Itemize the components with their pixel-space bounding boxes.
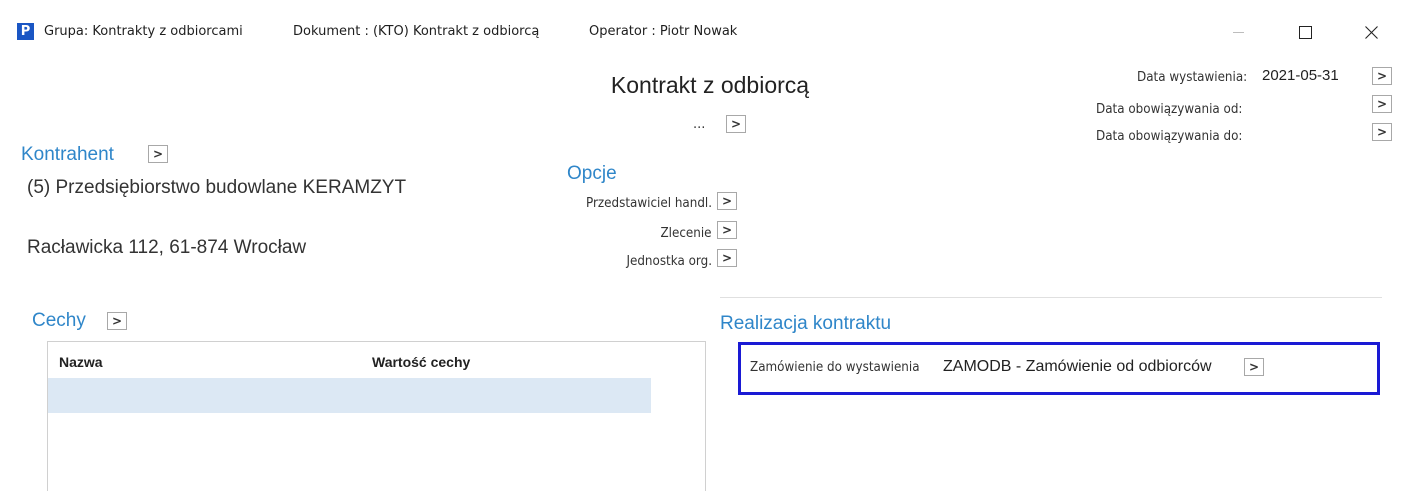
valid-to-label: Data obowiązywania do: <box>1096 129 1243 144</box>
minimize-button[interactable] <box>1216 14 1262 50</box>
close-icon <box>1364 25 1378 39</box>
chevron-right-icon: > <box>1248 360 1260 374</box>
app-logo: P <box>17 23 34 40</box>
window-title-group: Grupa: Kontrakty z odbiorcami <box>44 24 243 39</box>
org-unit-label: Jednostka org. <box>626 254 712 269</box>
title-more-button[interactable]: > <box>726 115 746 133</box>
order-to-issue-button[interactable]: > <box>1244 358 1264 376</box>
order-to-issue-value: ZAMODB - Zamówienie od odbiorców <box>943 358 1212 375</box>
sales-rep-label: Przedstawiciel handl. <box>585 196 712 211</box>
realization-section-title: Realizacja kontraktu <box>720 313 892 334</box>
maximize-icon <box>1298 25 1312 39</box>
valid-to-button[interactable]: > <box>1372 123 1392 141</box>
chevron-right-icon: > <box>730 117 742 131</box>
maximize-button[interactable] <box>1282 14 1328 50</box>
issue-date-button[interactable]: > <box>1372 67 1392 85</box>
order-option-button[interactable]: > <box>717 221 737 239</box>
features-section-title: Cechy <box>32 310 86 331</box>
chevron-right-icon: > <box>1376 125 1388 139</box>
window-title-operator: Operator : Piotr Nowak <box>589 24 738 39</box>
contractor-section-title: Kontrahent <box>21 144 114 165</box>
order-to-issue-label: Zamówienie do wystawienia <box>750 360 920 375</box>
contractor-button[interactable]: > <box>148 145 168 163</box>
issue-date-value: 2021-05-31 <box>1262 67 1339 84</box>
section-divider <box>720 297 1382 298</box>
chevron-right-icon: > <box>152 147 164 161</box>
issue-date-label: Data wystawienia: <box>1137 70 1248 85</box>
column-header-name[interactable]: Nazwa <box>59 354 103 370</box>
valid-from-label: Data obowiązywania od: <box>1096 102 1243 117</box>
chevron-right-icon: > <box>721 251 733 265</box>
sales-rep-button[interactable]: > <box>717 192 737 210</box>
document-title: Kontrakt z odbiorcą <box>610 72 810 98</box>
more-ellipsis: ... <box>693 117 706 132</box>
column-header-value[interactable]: Wartość cechy <box>372 354 470 370</box>
org-unit-button[interactable]: > <box>717 249 737 267</box>
features-button[interactable]: > <box>107 312 127 330</box>
contractor-address: Racławicka 112, 61-874 Wrocław <box>27 237 307 258</box>
minimize-icon <box>1233 32 1244 33</box>
window-title-document: Dokument : (KTO) Kontrakt z odbiorcą <box>293 24 540 39</box>
options-section-title: Opcje <box>567 163 617 184</box>
chevron-right-icon: > <box>111 314 123 328</box>
chevron-right-icon: > <box>1376 97 1388 111</box>
close-button[interactable] <box>1348 14 1394 50</box>
table-row[interactable] <box>48 378 651 413</box>
valid-from-button[interactable]: > <box>1372 95 1392 113</box>
chevron-right-icon: > <box>721 194 733 208</box>
chevron-right-icon: > <box>721 223 733 237</box>
chevron-right-icon: > <box>1376 69 1388 83</box>
order-option-label: Zlecenie <box>660 226 712 241</box>
contractor-name: (5) Przedsiębiorstwo budowlane KERAMZYT <box>27 177 407 198</box>
